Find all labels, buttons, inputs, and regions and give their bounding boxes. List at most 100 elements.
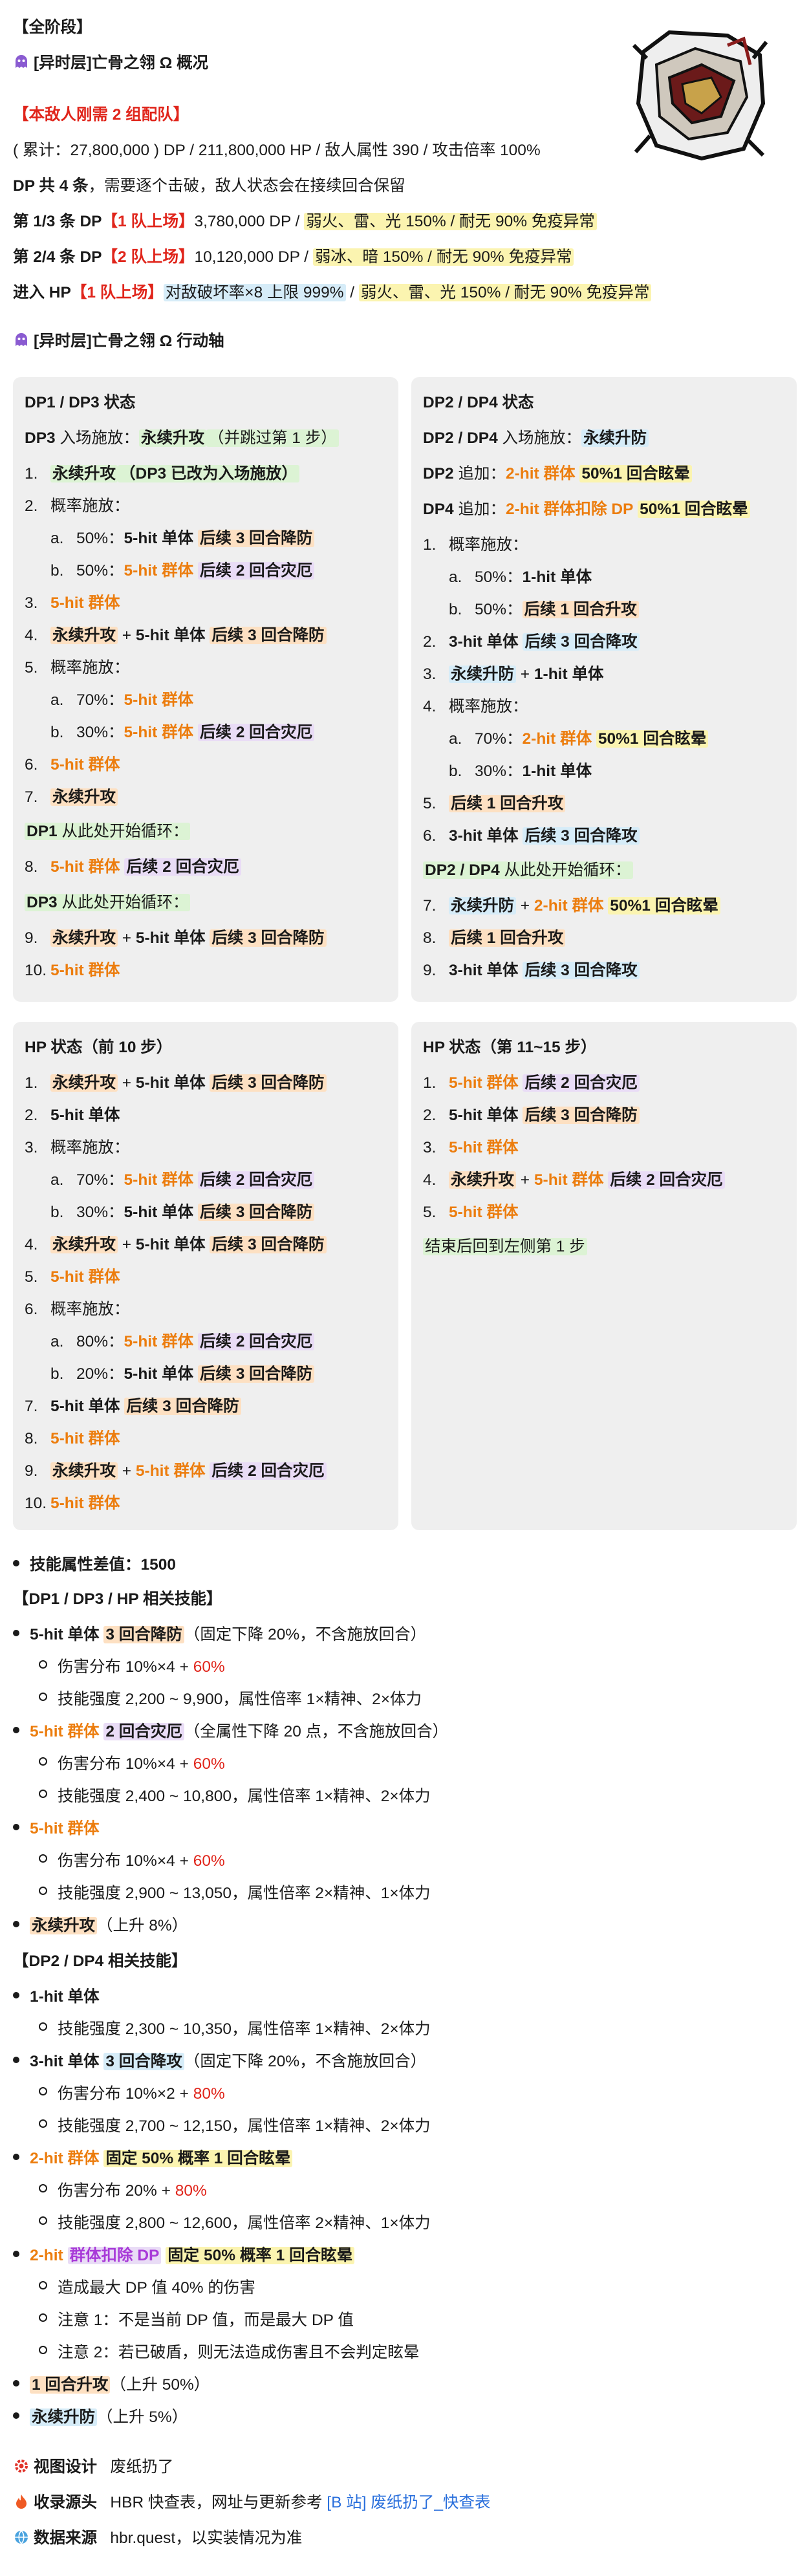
text-r1c: 永续升防 <box>581 429 649 447</box>
text-s3n: 3. <box>25 594 38 612</box>
text-r2a: DP2 <box>423 465 454 482</box>
text-s2a: 概率施放： <box>50 497 130 515</box>
bullet-circle <box>39 2119 47 2128</box>
text-s2n: 2. <box>25 1107 38 1124</box>
text-s9d: 后续 3 回合降防 <box>210 929 327 947</box>
list-item: 1. 永续升攻 + 5-hit 单体 后续 3 回合降防 <box>25 1074 327 1092</box>
text-s9c: 5-hit 单体 <box>135 929 206 947</box>
text-s4d: 后续 3 回合降防 <box>210 627 327 644</box>
extra-line: DP4 追加：2-hit 群体扣除 DP 50%1 回合眩晕 <box>423 500 750 519</box>
text-s7n: 7. <box>25 1398 38 1415</box>
text-s3a: 概率施放： <box>50 1139 130 1156</box>
list-item: 3. 永续升防 + 1-hit 单体 <box>423 665 603 684</box>
text-s5a2: 5-hit 群体 <box>124 691 194 709</box>
text-s2n: 2. <box>423 1107 437 1124</box>
list-item: b. 50%： 后续 1 回合升攻 <box>449 600 639 619</box>
text-s7a: 永续升防 <box>449 897 516 915</box>
bullet-dot <box>13 2251 19 2257</box>
bullet-circle <box>39 2313 47 2322</box>
text-k8s1: 造成最大 DP 值 40% 的伤害 <box>58 2279 255 2297</box>
text-s1b1: 50%： <box>475 601 523 618</box>
text-s1a: 永续升攻 <box>50 465 118 482</box>
text-s7b: 后续 3 回合降防 <box>124 1398 241 1415</box>
text-s1b: （DP3 已改为入场施放） <box>118 465 299 482</box>
text-s2a1: 50%： <box>76 530 124 547</box>
text-s1a: 概率施放： <box>449 536 528 554</box>
list-item: 7. 永续升攻 <box>25 788 118 806</box>
text-s2b1: 50%： <box>76 562 124 579</box>
text-dp24_label: 第 2/4 条 DP <box>13 248 102 266</box>
text-k7s2: 技能强度 2,800 ~ 12,600，属性倍率 2×精神、1×体力 <box>58 2214 431 2232</box>
skill-detail: 技能强度 2,400 ~ 10,800，属性倍率 1×精神、2×体力 <box>39 1787 431 1806</box>
bullet-dot <box>13 1630 19 1636</box>
footer-design: 视图设计 废纸扔了 <box>13 2458 173 2476</box>
bullet-dot <box>13 1560 19 1566</box>
text-k6s2: 技能强度 2,700 ~ 12,150，属性倍率 1×精神、2×体力 <box>58 2117 431 2135</box>
text-s7d: 50%1 回合眩晕 <box>608 897 720 915</box>
text-s10n: 10. <box>25 962 47 979</box>
text-r1a: DP2 / DP4 <box>423 429 498 447</box>
text-s4c: 5-hit 单体 <box>135 1236 206 1253</box>
list-item: 2. 3-hit 单体 后续 3 回合降攻 <box>423 633 640 651</box>
skill-detail: 伤害分布 10%×2 + 80% <box>39 2084 225 2103</box>
footer-data: 数据来源 hbr.quest，以实装情况为准 <box>13 2529 302 2548</box>
text-s4n: 4. <box>423 698 437 715</box>
text-s1b: + <box>118 1074 136 1092</box>
text-s1n: 1. <box>25 465 38 482</box>
list-item: 4. 永续升攻 + 5-hit 群体 后续 2 回合灾厄 <box>423 1171 725 1189</box>
text-s6b3: 后续 3 回合降防 <box>197 1365 315 1383</box>
dp-count-line: DP 共 4 条，需要逐个击破，敌人状态会在接续回合保留 <box>13 177 405 195</box>
text-r1a: DP3 <box>25 429 56 447</box>
skill-item: 1-hit 单体 <box>13 1987 100 2006</box>
text-s5a: 5-hit 群体 <box>50 1268 120 1286</box>
skill-item: 5-hit 群体 2 回合灾厄 （全属性下降 20 点，不含施放回合） <box>13 1722 448 1741</box>
list-item: 1. 5-hit 群体 后续 2 回合灾厄 <box>423 1074 640 1092</box>
list-item: b. 30%：5-hit 单体 后续 3 回合降防 <box>50 1203 315 1222</box>
list-item: 8. 后续 1 回合升攻 <box>423 929 566 947</box>
panel-title: HP 状态（前 10 步） <box>25 1039 173 1056</box>
list-item: 7. 5-hit 单体 后续 3 回合降防 <box>25 1397 241 1416</box>
text-data_label: 数据来源 <box>34 2529 97 2547</box>
list-item: 6. 5-hit 群体 <box>25 755 120 774</box>
bullet-circle <box>39 2346 47 2354</box>
text-k10b: （上升 5%） <box>97 2408 188 2426</box>
text-s2b: 后续 3 回合降攻 <box>523 633 640 651</box>
text-s8a: 5-hit 群体 <box>50 858 120 876</box>
text-k1b: 3 回合降防 <box>103 1626 184 1643</box>
skill-detail: 伤害分布 10%×4 + 60% <box>39 1852 225 1870</box>
text-hp_sep: / <box>345 284 359 301</box>
text-source_val: HBR 快查表，网址与更新参考 <box>110 2494 327 2511</box>
text-s2n: 2. <box>423 633 437 651</box>
text-k6s1b: 80% <box>193 2085 225 2103</box>
text-s6b1: 20%： <box>76 1365 124 1383</box>
text-loop3a: DP3 <box>27 894 58 911</box>
text-s5b2: 5-hit 群体 <box>124 724 194 741</box>
text-s2n: 2. <box>25 497 38 515</box>
text-s4an: a. <box>449 730 462 748</box>
text-s6bn: b. <box>50 1365 64 1383</box>
list-item: 4. 永续升攻 + 5-hit 单体 后续 3 回合降防 <box>25 626 327 645</box>
text-s9d: 后续 2 回合灾厄 <box>210 1462 327 1480</box>
list-item: a. 50%：5-hit 单体 后续 3 回合降防 <box>50 529 315 548</box>
text-dp13_team: 【1 队上场】 <box>102 213 195 230</box>
text-design_label: 视图设计 <box>34 2458 97 2476</box>
text-k3a: 5-hit 群体 <box>30 1820 100 1837</box>
list-item: 7. 永续升防 + 2-hit 群体 50%1 回合眩晕 <box>423 896 720 915</box>
list-item: 6. 概率施放： <box>25 1300 130 1319</box>
text-s2b2: 5-hit 群体 <box>124 562 194 579</box>
text-k6c: （固定下降 20%，不含施放回合） <box>184 2053 427 2070</box>
text-end: 结束后回到左侧第 1 步 <box>423 1238 587 1255</box>
text-r2b: 追加： <box>453 465 506 482</box>
axis-title: [异时层]亡骨之翎 Ω 行动轴 <box>13 332 224 351</box>
list-item: 2. 5-hit 单体 后续 3 回合降防 <box>423 1106 640 1125</box>
list-item: a. 70%：5-hit 群体 <box>50 691 193 709</box>
panel-title: DP2 / DP4 状态 <box>423 394 534 411</box>
bullet-dot <box>13 2412 19 2419</box>
text-s6a: 5-hit 群体 <box>50 756 120 774</box>
source-link[interactable]: [B 站] 废纸扔了_快查表 <box>327 2494 490 2511</box>
text-s8n: 8. <box>423 929 437 947</box>
text-s6a3: 后续 2 回合灾厄 <box>197 1333 315 1350</box>
text-s4a1: 70%： <box>475 730 523 748</box>
bullet-dot <box>13 1727 19 1733</box>
list-item: 5. 后续 1 回合升攻 <box>423 794 566 813</box>
